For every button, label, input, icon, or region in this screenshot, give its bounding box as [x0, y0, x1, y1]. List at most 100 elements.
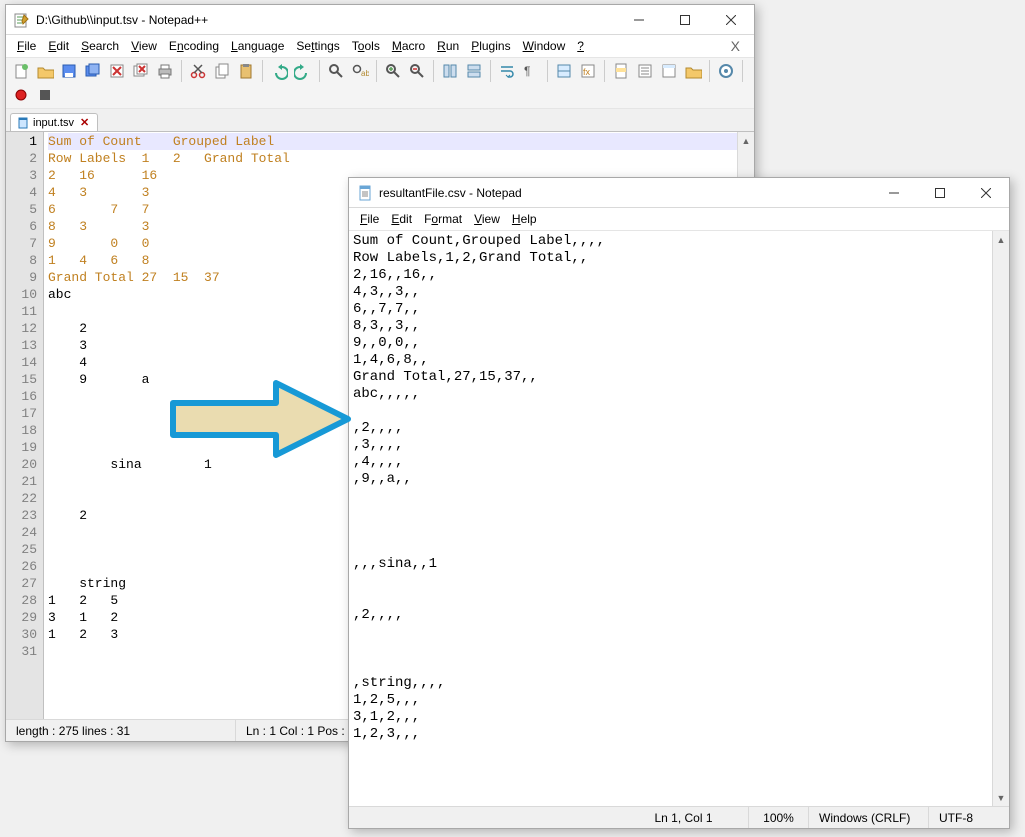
tab-close-icon[interactable]: ✕ — [78, 116, 91, 129]
close-button[interactable] — [963, 178, 1009, 207]
function-list-icon[interactable] — [658, 60, 680, 82]
indent-guide-icon[interactable] — [553, 60, 575, 82]
menu-?[interactable]: ? — [572, 37, 589, 55]
minimize-button[interactable] — [616, 5, 662, 34]
toolbar-separator — [433, 60, 434, 82]
line-number: 13 — [6, 337, 37, 354]
word-wrap-icon[interactable] — [496, 60, 518, 82]
zoom-out-icon[interactable] — [406, 60, 428, 82]
scroll-up-icon[interactable]: ▲ — [993, 231, 1009, 248]
menu-search[interactable]: Search — [76, 37, 124, 55]
menu-view[interactable]: View — [126, 37, 162, 55]
menu-edit[interactable]: Edit — [43, 37, 74, 55]
close-file-icon[interactable] — [106, 60, 128, 82]
status-position: Ln : 1 Col : 1 Pos : 1 — [236, 720, 365, 741]
stop-icon[interactable] — [34, 84, 56, 106]
line-number: 18 — [6, 422, 37, 439]
npp-tabbar: input.tsv ✕ — [6, 109, 754, 132]
line-number: 16 — [6, 388, 37, 405]
menu-encoding[interactable]: Encoding — [164, 37, 224, 55]
notepad-title: resultantFile.csv - Notepad — [379, 186, 871, 200]
line-number: 15 — [6, 371, 37, 388]
menu-window[interactable]: Window — [518, 37, 571, 55]
toolbar-separator — [604, 60, 605, 82]
menu-language[interactable]: Language — [226, 37, 289, 55]
find-icon[interactable] — [325, 60, 347, 82]
save-all-icon[interactable] — [82, 60, 104, 82]
svg-text:¶: ¶ — [524, 64, 530, 78]
minimize-button[interactable] — [871, 178, 917, 207]
line-number: 12 — [6, 320, 37, 337]
npp-menubar: FileEditSearchViewEncodingLanguageSettin… — [6, 35, 754, 58]
tab-input-tsv[interactable]: input.tsv ✕ — [10, 113, 98, 131]
maximize-button[interactable] — [662, 5, 708, 34]
scroll-down-icon[interactable]: ▼ — [993, 789, 1009, 806]
status-eol: Windows (CRLF) — [809, 807, 929, 828]
tab-label: input.tsv — [33, 117, 74, 129]
toolbar-separator — [262, 60, 263, 82]
notepad-statusbar: Ln 1, Col 1 100% Windows (CRLF) UTF-8 — [349, 806, 1009, 828]
npp-title: D:\Github\\input.tsv - Notepad++ — [36, 13, 616, 27]
notepad-textarea[interactable]: Sum of Count,Grouped Label,,,, Row Label… — [349, 231, 992, 806]
doc-map-icon[interactable] — [610, 60, 632, 82]
menu-plugins[interactable]: Plugins — [466, 37, 515, 55]
replace-icon[interactable]: ab — [349, 60, 371, 82]
toolbar-separator — [547, 60, 548, 82]
menu-file[interactable]: File — [355, 210, 384, 228]
menu-view[interactable]: View — [469, 210, 505, 228]
svg-text:fx: fx — [583, 67, 591, 77]
scroll-up-icon[interactable]: ▲ — [738, 132, 754, 149]
vertical-scrollbar[interactable]: ▲ ▼ — [992, 231, 1009, 806]
redo-icon[interactable] — [292, 60, 314, 82]
zoom-in-icon[interactable] — [382, 60, 404, 82]
line-number: 1 — [6, 133, 37, 150]
toolbar-separator — [490, 60, 491, 82]
menu-settings[interactable]: Settings — [291, 37, 344, 55]
line-number: 29 — [6, 609, 37, 626]
npp-titlebar: D:\Github\\input.tsv - Notepad++ — [6, 5, 754, 35]
close-button[interactable] — [708, 5, 754, 34]
doc-list-icon[interactable] — [634, 60, 656, 82]
menu-edit[interactable]: Edit — [386, 210, 417, 228]
code-line[interactable]: Row Labels 1 2 Grand Total — [48, 150, 737, 167]
user-lang-icon[interactable]: fx — [577, 60, 599, 82]
line-number: 7 — [6, 235, 37, 252]
line-number: 2 — [6, 150, 37, 167]
menu-macro[interactable]: Macro — [387, 37, 430, 55]
cut-icon[interactable] — [187, 60, 209, 82]
all-chars-icon[interactable]: ¶ — [520, 60, 542, 82]
monitoring-icon[interactable] — [715, 60, 737, 82]
notepad-menubar: FileEditFormatViewHelp — [349, 208, 1009, 231]
close-all-icon[interactable] — [130, 60, 152, 82]
new-file-icon[interactable] — [10, 60, 32, 82]
sync-h-icon[interactable] — [463, 60, 485, 82]
scroll-track[interactable] — [993, 248, 1009, 789]
mdi-close-icon[interactable]: X — [723, 38, 748, 54]
maximize-button[interactable] — [917, 178, 963, 207]
line-number: 31 — [6, 643, 37, 660]
menu-format[interactable]: Format — [419, 210, 467, 228]
line-number: 30 — [6, 626, 37, 643]
line-number: 19 — [6, 439, 37, 456]
undo-icon[interactable] — [268, 60, 290, 82]
menu-tools[interactable]: Tools — [347, 37, 385, 55]
npp-toolbar: ab ¶ fx — [6, 58, 754, 109]
code-line[interactable]: Sum of Count Grouped Label — [48, 133, 737, 150]
record-icon[interactable] — [10, 84, 32, 106]
copy-icon[interactable] — [211, 60, 233, 82]
folder-view-icon[interactable] — [682, 60, 704, 82]
paste-icon[interactable] — [235, 60, 257, 82]
menu-file[interactable]: File — [12, 37, 41, 55]
status-zoom: 100% — [749, 807, 809, 828]
menu-help[interactable]: Help — [507, 210, 542, 228]
line-number-gutter: 1234567891011121314151617181920212223242… — [6, 132, 44, 719]
open-icon[interactable] — [34, 60, 56, 82]
notepad-icon — [357, 185, 373, 201]
menu-run[interactable]: Run — [432, 37, 464, 55]
save-icon[interactable] — [58, 60, 80, 82]
sync-v-icon[interactable] — [439, 60, 461, 82]
print-icon[interactable] — [154, 60, 176, 82]
line-number: 23 — [6, 507, 37, 524]
toolbar-separator — [742, 60, 743, 82]
status-length: length : 275 lines : 31 — [6, 720, 236, 741]
